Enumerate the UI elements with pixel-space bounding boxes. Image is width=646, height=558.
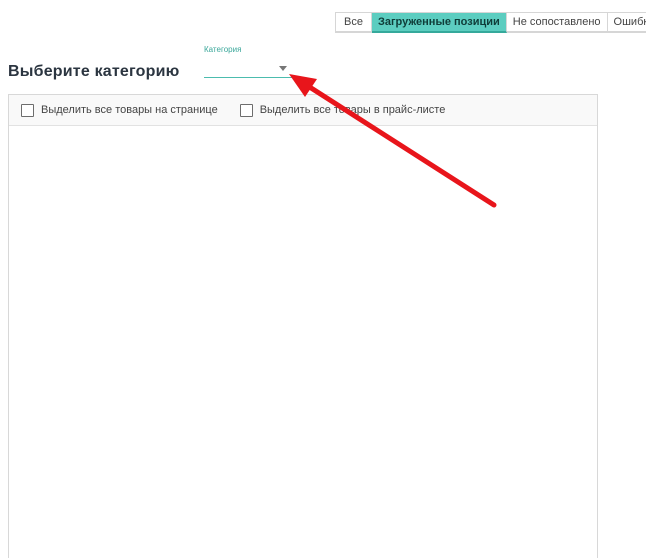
select-all-in-pricelist-label: Выделить все товары в прайс-листе (259, 104, 446, 116)
category-select[interactable] (204, 59, 296, 78)
page-title: Выберите категорию (8, 63, 180, 80)
tab-loaded-positions[interactable]: Загруженные позиции (371, 13, 507, 33)
checkbox-icon[interactable] (21, 103, 34, 117)
select-all-on-page-checkbox[interactable]: Выделить все товары на странице (21, 103, 218, 117)
chevron-down-icon[interactable] (279, 66, 287, 71)
tab-unmatched[interactable]: Не сопоставлено (506, 13, 608, 33)
tab-bar: Все Загруженные позиции Не сопоставлено … (335, 12, 646, 33)
select-all-on-page-label: Выделить все товары на странице (41, 104, 218, 116)
select-all-in-pricelist-checkbox[interactable]: Выделить все товары в прайс-листе (239, 103, 446, 117)
page-root: Все Загруженные позиции Не сопоставлено … (0, 0, 646, 558)
table-header: Выделить все товары на странице Выделить… (9, 95, 597, 126)
tab-errors[interactable]: Ошибки (607, 13, 646, 33)
tab-all[interactable]: Все (336, 13, 372, 33)
products-table: Выделить все товары на странице Выделить… (8, 94, 598, 558)
category-label: Категория (204, 45, 242, 54)
checkbox-icon[interactable] (239, 103, 253, 117)
